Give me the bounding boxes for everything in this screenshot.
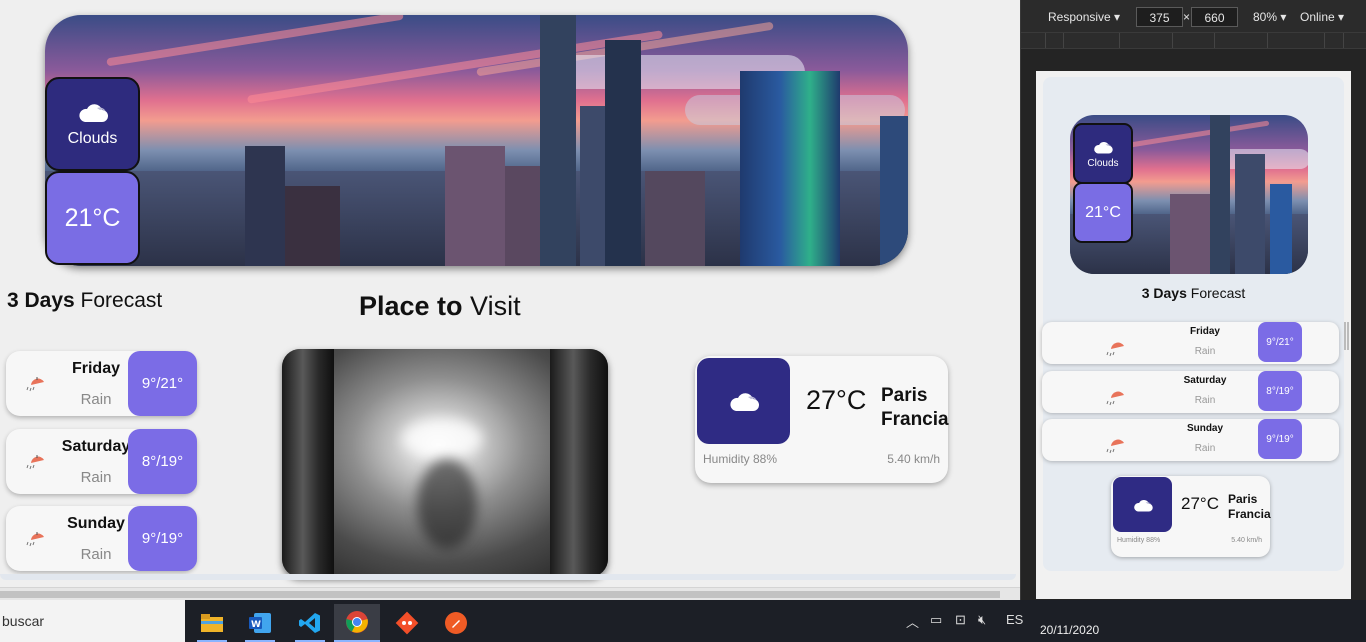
hero-condition-label: Clouds	[67, 130, 118, 147]
forecast-day: Friday	[71, 360, 120, 377]
forecast-day: Sunday	[1186, 423, 1224, 434]
file-explorer-icon[interactable]	[189, 604, 235, 642]
hero-city-image	[45, 15, 908, 266]
rain-icon	[26, 532, 44, 547]
city-name: Paris Francia	[1228, 492, 1271, 521]
mobile-condition-tile: Clouds	[1073, 123, 1133, 184]
forecast-desc: Rain	[80, 546, 112, 563]
forecast-day: Saturday	[1183, 375, 1227, 386]
forecast-day: Friday	[1189, 326, 1220, 337]
cloud-icon	[78, 104, 108, 122]
media-query-ruler[interactable]	[1021, 32, 1366, 49]
humidity-label: Humidity 88%	[1117, 537, 1161, 544]
forecast-card[interactable]: Friday Rain 9°/21°	[6, 351, 197, 416]
mobile-condition-label: Clouds	[1087, 157, 1119, 169]
mobile-forecast-card[interactable]: Saturday Rain 8°/19°	[1042, 371, 1339, 413]
device-toolbar: Responsive ▾ 375 × 660 80% ▾ Online ▾	[1021, 0, 1366, 32]
language-indicator[interactable]: ES	[1006, 612, 1023, 627]
viewport-width-input[interactable]: 375	[1136, 7, 1183, 27]
rain-icon	[26, 455, 44, 470]
battery-icon[interactable]: ▭	[930, 612, 942, 628]
mobile-temperature-tile: 21°C	[1073, 182, 1133, 243]
mobile-forecast-card[interactable]: Sunday Rain 9°/19°	[1042, 419, 1339, 461]
viewport-resize-handle-right[interactable]	[1344, 322, 1349, 350]
forecast-day: Sunday	[67, 515, 125, 532]
horizontal-scrollbar[interactable]	[0, 587, 1020, 600]
forecast-card[interactable]: Sunday Rain 9°/19°	[6, 506, 197, 571]
mobile-forecast-title: 3 Days Forecast	[1141, 285, 1246, 301]
scrollbar-thumb[interactable]	[0, 591, 1000, 598]
forecast-desc: Rain	[1194, 395, 1216, 406]
wind-label: 5.40 km/h	[887, 452, 940, 466]
cloud-icon	[1094, 141, 1113, 153]
web-page: Clouds 21°C 3 Days Forecast Friday Rain …	[0, 0, 1020, 600]
forecast-desc: Rain	[1194, 443, 1216, 454]
city-name: Paris Francia	[881, 385, 949, 430]
wind-label: 5.40 km/h	[1231, 537, 1262, 544]
forecast-temps: 8°/19°	[1258, 371, 1302, 411]
city-temperature: 27°C	[806, 385, 867, 415]
forecast-card[interactable]: Saturday Rain 8°/19°	[6, 429, 197, 494]
svg-text:W: W	[251, 620, 261, 630]
mobile-temperature: 21°C	[1085, 203, 1121, 221]
forecast-temps: 9°/21°	[128, 351, 197, 416]
network-icon[interactable]: ⊡	[955, 612, 966, 628]
vscode-icon[interactable]	[287, 604, 333, 642]
humidity-label: Humidity 88%	[703, 452, 778, 466]
cloud-icon	[1133, 499, 1153, 511]
place-photo	[282, 349, 608, 577]
rain-icon	[26, 377, 44, 392]
forecast-temps: 9°/19°	[1258, 419, 1302, 459]
git-icon[interactable]	[384, 604, 430, 642]
forecast-desc: Rain	[80, 469, 112, 486]
devtools-device-panel: Responsive ▾ 375 × 660 80% ▾ Online ▾ Cl…	[1020, 0, 1366, 626]
postman-icon[interactable]	[433, 604, 479, 642]
forecast-desc: Rain	[1194, 346, 1216, 357]
taskbar-date[interactable]: 20/11/2020	[1040, 623, 1099, 637]
weather-icon-tile	[697, 358, 790, 444]
forecast-temps: 8°/19°	[128, 429, 197, 494]
hero-condition-tile: Clouds	[45, 77, 140, 171]
hero-temperature: 21°C	[64, 203, 121, 232]
word-icon[interactable]: W	[237, 604, 283, 642]
hero-temperature-tile: 21°C	[45, 171, 140, 265]
forecast-day: Saturday	[61, 438, 131, 455]
rain-icon	[1106, 342, 1124, 357]
device-viewport: Clouds 21°C 3 Days Forecast Friday Rain …	[1036, 71, 1351, 599]
windows-taskbar: buscar W ︿ ▭ ⊡ 🔇︎ ES 20/11/2020	[0, 600, 1366, 642]
places-title: Place to Visit	[359, 291, 521, 321]
taskbar-search-box[interactable]: buscar	[0, 600, 185, 642]
rain-icon	[1106, 391, 1124, 406]
mobile-city-weather-card[interactable]: 27°C Paris Francia Humidity 88% 5.40 km/h	[1111, 476, 1271, 557]
cloud-icon	[729, 393, 759, 411]
viewport-height-input[interactable]: 660	[1191, 7, 1238, 27]
mobile-forecast-card[interactable]: Friday Rain 9°/21°	[1042, 322, 1339, 364]
forecast-desc: Rain	[80, 391, 112, 408]
forecast-temps: 9°/21°	[1258, 322, 1302, 362]
tray-chevron-icon[interactable]: ︿	[906, 612, 919, 631]
dimension-separator: ×	[1183, 10, 1191, 24]
rain-icon	[1106, 439, 1124, 454]
weather-icon-tile	[1113, 477, 1172, 532]
device-select[interactable]: Responsive ▾	[1048, 10, 1120, 24]
zoom-select[interactable]: 80% ▾	[1253, 10, 1286, 24]
forecast-temps: 9°/19°	[128, 506, 197, 571]
page-bottom-edge	[0, 574, 1016, 580]
forecast-title: 3 Days Forecast	[7, 289, 163, 312]
volume-muted-icon[interactable]: 🔇︎	[978, 612, 986, 628]
city-weather-card[interactable]: 27°C Paris Francia Humidity 88% 5.40 km/h	[695, 356, 949, 483]
chrome-icon[interactable]	[334, 604, 380, 642]
city-temperature: 27°C	[1181, 494, 1219, 513]
network-throttle-select[interactable]: Online ▾	[1300, 10, 1344, 24]
